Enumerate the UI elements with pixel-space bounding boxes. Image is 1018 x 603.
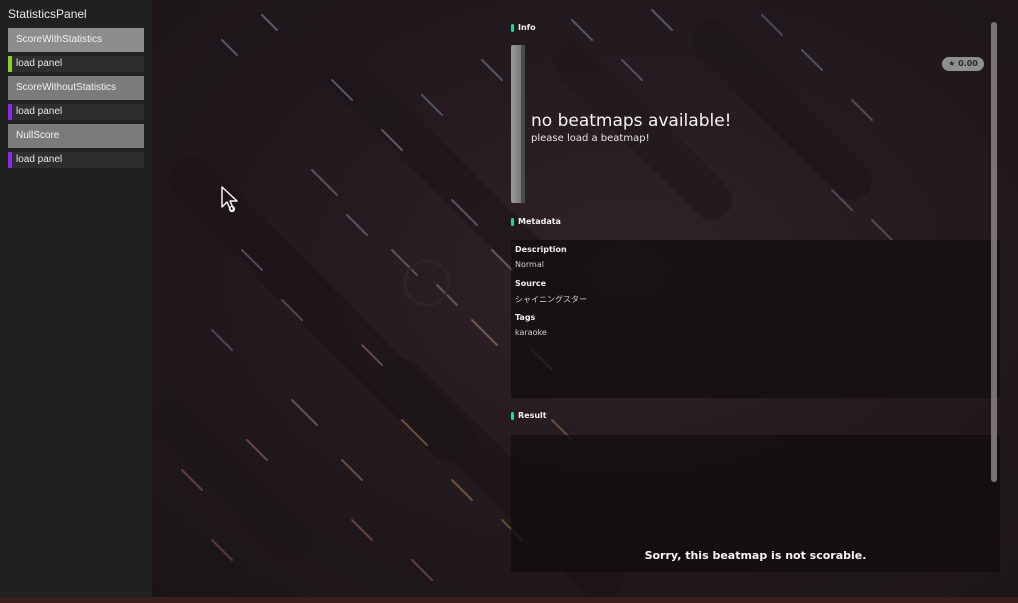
- step-load-panel-label: load panel: [16, 154, 63, 165]
- description-label: Description: [515, 245, 567, 254]
- result-box: Sorry, this beatmap is not scorable.: [511, 435, 1000, 572]
- result-header-label: Result: [518, 411, 547, 420]
- step-load-panel-label: load panel: [16, 58, 63, 69]
- panel-scrollbar[interactable]: [991, 22, 997, 482]
- step-status-bar: [8, 104, 12, 120]
- tags-value: karaoke: [515, 328, 547, 337]
- sidebar-title: StatisticsPanel: [8, 7, 87, 21]
- source-value: シャイニングスター: [515, 295, 587, 304]
- beatmap-cover-placeholder: [511, 45, 525, 203]
- section-accent: [511, 24, 514, 32]
- info-section-header: Info: [511, 23, 536, 32]
- info-header-label: Info: [518, 23, 536, 32]
- step-score-with-statistics-button[interactable]: ScoreWithStatistics: [8, 28, 144, 52]
- section-accent: [511, 218, 514, 226]
- star-rating-badge: ★ 0.00: [942, 57, 984, 71]
- section-accent: [511, 412, 514, 420]
- step-status-bar: [8, 56, 12, 72]
- result-section-header: Result: [511, 411, 547, 420]
- step-status-bar: [8, 152, 12, 168]
- metadata-section-header: Metadata: [511, 217, 561, 226]
- beatmap-subtitle: please load a beatmap!: [531, 133, 650, 144]
- description-value: Normal: [515, 260, 544, 269]
- step-load-panel-1[interactable]: load panel: [8, 56, 144, 72]
- source-label: Source: [515, 279, 547, 288]
- test-browser-sidebar: StatisticsPanel ScoreWithStatistics load…: [0, 0, 152, 603]
- bottom-strip: [0, 597, 1018, 603]
- step-load-panel-3[interactable]: load panel: [8, 152, 144, 168]
- step-null-score-button[interactable]: NullScore: [8, 124, 144, 148]
- not-scorable-message: Sorry, this beatmap is not scorable.: [644, 549, 867, 562]
- step-load-panel-label: load panel: [16, 106, 63, 117]
- mouse-cursor-icon: [220, 185, 242, 219]
- tags-label: Tags: [515, 313, 536, 322]
- metadata-header-label: Metadata: [518, 217, 561, 226]
- beatmap-title: no beatmaps available!: [531, 111, 732, 131]
- step-load-panel-2[interactable]: load panel: [8, 104, 144, 120]
- beatmap-info-card: no beatmaps available! please load a bea…: [511, 45, 981, 205]
- step-score-without-statistics-button[interactable]: ScoreWithoutStatistics: [8, 76, 144, 100]
- metadata-box: Description Normal Source シャイニングスター Tags…: [511, 240, 1000, 398]
